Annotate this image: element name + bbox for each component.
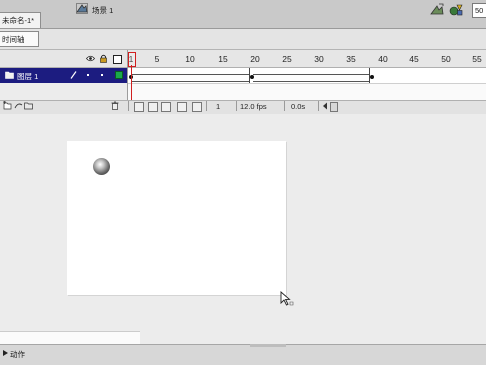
frame-number: 15 bbox=[218, 54, 228, 64]
panel-grip[interactable] bbox=[250, 344, 286, 347]
footer-separator bbox=[284, 101, 285, 111]
ball-symbol[interactable] bbox=[93, 158, 110, 175]
layer-name[interactable]: 图层 1 bbox=[17, 71, 38, 82]
edit-bar: 时间轴 bbox=[0, 29, 486, 50]
frame-number: 5 bbox=[154, 54, 160, 64]
frame-number: 20 bbox=[250, 54, 260, 64]
frame-number: 50 bbox=[441, 54, 451, 64]
stage-scroll-track[interactable] bbox=[0, 331, 140, 344]
scroll-left-icon[interactable] bbox=[322, 102, 328, 110]
current-frame: 1 bbox=[216, 102, 221, 111]
empty-timeline-area bbox=[128, 84, 486, 100]
actions-panel-bar[interactable] bbox=[0, 344, 486, 365]
edit-multiple-frames-icon[interactable] bbox=[177, 102, 187, 112]
add-folder-icon[interactable] bbox=[24, 101, 33, 110]
elapsed-time: 0.0s bbox=[291, 102, 306, 111]
lock-icon[interactable] bbox=[100, 54, 107, 63]
footer-separator bbox=[206, 101, 207, 111]
zoom-field[interactable]: 50 bbox=[472, 3, 486, 18]
footer-separator bbox=[128, 101, 129, 111]
frame-number: 25 bbox=[282, 54, 292, 64]
center-frame-icon[interactable] bbox=[134, 102, 144, 112]
add-guide-layer-icon[interactable] bbox=[14, 101, 23, 110]
eye-icon[interactable] bbox=[86, 55, 95, 62]
document-tab[interactable]: 未命名-1* bbox=[0, 12, 41, 28]
timeline-toggle-label: 时间轴 bbox=[2, 35, 25, 44]
document-tab-strip bbox=[0, 0, 486, 29]
cursor-icon bbox=[280, 291, 294, 306]
edit-scene-icon[interactable] bbox=[430, 3, 444, 16]
tween-span[interactable] bbox=[252, 74, 371, 82]
pencil-icon bbox=[70, 71, 77, 79]
keyframe[interactable] bbox=[249, 75, 254, 79]
frame-number: 35 bbox=[346, 54, 356, 64]
footer-separator bbox=[318, 101, 319, 111]
actions-panel-label[interactable]: 动作 bbox=[10, 349, 25, 360]
frame-number: 30 bbox=[314, 54, 324, 64]
tween-span[interactable] bbox=[132, 74, 250, 82]
layer-visibility-dot[interactable] bbox=[87, 74, 89, 76]
trash-icon[interactable] bbox=[111, 101, 119, 110]
timeline-toggle-button[interactable]: 时间轴 bbox=[0, 31, 39, 47]
outline-icon[interactable] bbox=[113, 55, 122, 64]
playhead-line bbox=[131, 65, 132, 105]
frame-number: 55 bbox=[472, 54, 482, 64]
frame-number: 45 bbox=[409, 54, 419, 64]
timeline-scroll-thumb[interactable] bbox=[330, 102, 338, 112]
edit-symbol-icon[interactable] bbox=[449, 3, 463, 16]
onion-skin-icon[interactable] bbox=[148, 102, 158, 112]
frame-number: 40 bbox=[378, 54, 388, 64]
frame-rate[interactable]: 12.0 fps bbox=[240, 102, 267, 111]
scene-icon bbox=[76, 3, 88, 14]
zoom-value: 50 bbox=[475, 6, 484, 15]
onion-skin-outlines-icon[interactable] bbox=[161, 102, 171, 112]
modify-onion-markers-icon[interactable] bbox=[192, 102, 202, 112]
frame-number: 10 bbox=[185, 54, 195, 64]
scene-label: 场景 1 bbox=[92, 6, 114, 15]
add-layer-icon[interactable] bbox=[3, 101, 12, 110]
layer-lock-dot[interactable] bbox=[101, 74, 103, 76]
playhead-marker[interactable] bbox=[128, 52, 136, 67]
document-tab-label: 未命名-1* bbox=[2, 16, 35, 25]
expand-arrow-icon[interactable] bbox=[3, 350, 8, 356]
footer-separator bbox=[236, 101, 237, 111]
layer-outline-color-box[interactable] bbox=[115, 71, 123, 79]
layer-icon bbox=[5, 71, 14, 79]
